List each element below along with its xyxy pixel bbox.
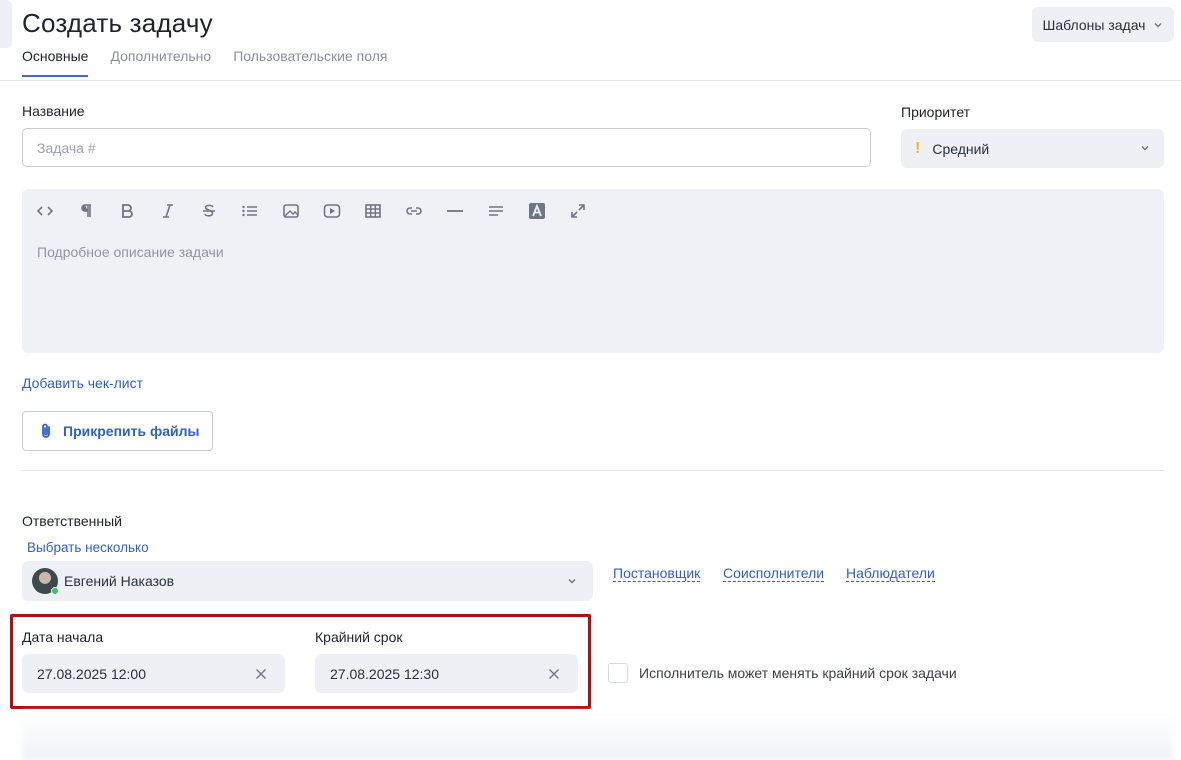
chevron-down-icon <box>1154 22 1162 27</box>
paperclip-icon <box>42 423 50 438</box>
horizontal-rule-icon[interactable] <box>446 203 487 219</box>
code-icon[interactable] <box>36 203 77 219</box>
priority-label: Приоритет <box>901 104 971 120</box>
start-date-field[interactable]: 27.08.2025 12:00 <box>22 654 285 693</box>
editor-toolbar <box>36 203 610 219</box>
observers-link[interactable]: Наблюдатели <box>846 565 935 582</box>
avatar <box>32 568 59 595</box>
exclamation-icon: ! <box>915 139 921 157</box>
link-icon[interactable] <box>405 203 446 219</box>
priority-value: Средний <box>932 140 990 157</box>
text-color-icon[interactable] <box>528 203 569 219</box>
deadline-field[interactable]: 27.08.2025 12:30 <box>315 654 578 693</box>
creator-link[interactable]: Постановщик <box>613 565 701 582</box>
video-icon[interactable] <box>323 203 364 219</box>
attach-files-label: Прикрепить файлы <box>63 423 200 439</box>
tabs-divider <box>0 80 1181 81</box>
task-templates-button[interactable]: Шаблоны задач <box>1032 7 1174 42</box>
tab-custom-fields[interactable]: Пользовательские поля <box>233 48 387 77</box>
deadline-value: 27.08.2025 12:30 <box>330 665 439 682</box>
table-icon[interactable] <box>364 203 405 219</box>
can-change-deadline-checkbox[interactable] <box>608 663 628 683</box>
align-icon[interactable] <box>487 203 528 219</box>
strikethrough-icon[interactable] <box>200 203 241 219</box>
add-checklist-link[interactable]: Добавить чек-лист <box>22 375 143 391</box>
close-icon[interactable] <box>255 668 267 680</box>
can-change-deadline-label: Исполнитель может менять крайний срок за… <box>639 665 957 681</box>
start-date-label: Дата начала <box>22 629 104 645</box>
list-icon[interactable] <box>241 203 282 219</box>
assignee-select[interactable]: Евгений Наказов <box>22 561 593 601</box>
italic-icon[interactable] <box>159 203 200 219</box>
tab-additional[interactable]: Дополнительно <box>110 48 211 77</box>
editor-placeholder: Подробное описание задачи <box>37 244 224 260</box>
tabs: Основные Дополнительно Пользовательские … <box>22 48 387 77</box>
page-title: Создать задачу <box>22 8 213 38</box>
responsible-label: Ответственный <box>22 513 122 529</box>
image-icon[interactable] <box>282 203 323 219</box>
assignee-name: Евгений Наказов <box>64 573 175 589</box>
section-divider <box>22 470 1164 471</box>
chevron-down-icon <box>568 579 576 584</box>
task-name-input[interactable] <box>22 128 871 167</box>
chevron-down-icon <box>1141 146 1149 151</box>
description-editor[interactable]: Подробное описание задачи <box>22 189 1164 353</box>
deadline-label: Крайний срок <box>315 629 403 645</box>
name-label: Название <box>22 103 85 119</box>
left-edge-strip <box>0 0 12 48</box>
tab-main[interactable]: Основные <box>22 48 89 77</box>
online-status-dot <box>51 587 59 595</box>
blurred-section <box>22 712 1172 760</box>
fullscreen-icon[interactable] <box>569 203 610 219</box>
start-date-value: 27.08.2025 12:00 <box>37 665 146 682</box>
bold-icon[interactable] <box>118 203 159 219</box>
task-templates-label: Шаблоны задач <box>1042 16 1146 33</box>
attach-files-button[interactable]: Прикрепить файлы <box>22 411 213 451</box>
co-executors-link[interactable]: Соисполнители <box>723 565 825 582</box>
paragraph-icon[interactable] <box>77 203 118 219</box>
close-icon[interactable] <box>548 668 560 680</box>
priority-select[interactable]: ! Средний <box>901 129 1164 168</box>
select-multiple-link[interactable]: Выбрать несколько <box>27 540 149 555</box>
